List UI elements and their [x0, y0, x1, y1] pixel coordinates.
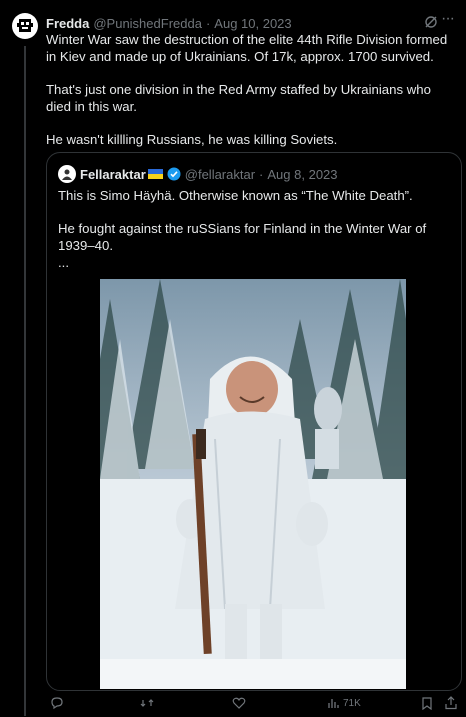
- bookmark-button[interactable]: [420, 696, 434, 710]
- author-name[interactable]: Fredda: [46, 16, 89, 31]
- reply-button[interactable]: [50, 696, 64, 710]
- soldier-photo-image: [100, 279, 406, 689]
- quote-line: This is Simo Häyhä. Otherwise known as “…: [58, 188, 413, 203]
- quote-avatar: [58, 165, 76, 183]
- heart-icon: [232, 697, 246, 709]
- avatar[interactable]: [12, 13, 38, 39]
- pixel-avatar-icon: [17, 19, 33, 32]
- share-button[interactable]: [444, 696, 458, 710]
- quote-header: Fellaraktar @fellaraktar · Aug 8, 2023: [58, 165, 338, 183]
- quote-photo[interactable]: [100, 279, 406, 689]
- bookmark-icon: [422, 697, 432, 710]
- repost-icon: [140, 699, 154, 707]
- quote-line: He fought against the ruSSians for Finla…: [58, 221, 427, 253]
- quote-body: This is Simo Häyhä. Otherwise known as “…: [58, 187, 450, 287]
- quoted-tweet[interactable]: Fellaraktar @fellaraktar · Aug 8, 2023 T…: [46, 152, 462, 691]
- quote-author-name: Fellaraktar: [80, 166, 146, 182]
- more-options-icon[interactable]: ···: [441, 10, 455, 28]
- separator-dot: ·: [205, 15, 211, 31]
- tweet-date[interactable]: Aug 10, 2023: [214, 16, 291, 31]
- tweet-paragraph: Winter War saw the destruction of the el…: [46, 32, 448, 64]
- verified-badge-icon: [167, 167, 181, 181]
- analytics-icon: [328, 699, 339, 708]
- share-icon: [445, 696, 457, 710]
- ukraine-flag-icon: [147, 169, 163, 179]
- views-count: 71K: [343, 697, 361, 709]
- tweet-body: Winter War saw the destruction of the el…: [46, 31, 456, 164]
- tweet-header: Fredda @PunishedFredda · Aug 10, 2023: [46, 14, 454, 32]
- tweet-paragraph: That's just one division in the Red Army…: [46, 82, 431, 114]
- repost-button[interactable]: [140, 696, 154, 710]
- thread-line: [24, 46, 26, 716]
- reply-icon: [51, 697, 63, 710]
- separator-dot: ·: [259, 166, 264, 182]
- tweet-paragraph: He wasn't killling Russians, he was kill…: [46, 132, 338, 147]
- action-bar: 71K: [46, 696, 460, 716]
- views-button[interactable]: 71K: [326, 696, 361, 710]
- quote-date: Aug 8, 2023: [267, 166, 338, 182]
- quote-author-handle: @fellaraktar: [184, 166, 256, 182]
- like-button[interactable]: [232, 696, 246, 710]
- author-handle[interactable]: @PunishedFredda: [93, 16, 202, 31]
- quote-line: ...: [58, 255, 69, 270]
- tweet[interactable]: Fredda @PunishedFredda · Aug 10, 2023 ··…: [0, 0, 466, 717]
